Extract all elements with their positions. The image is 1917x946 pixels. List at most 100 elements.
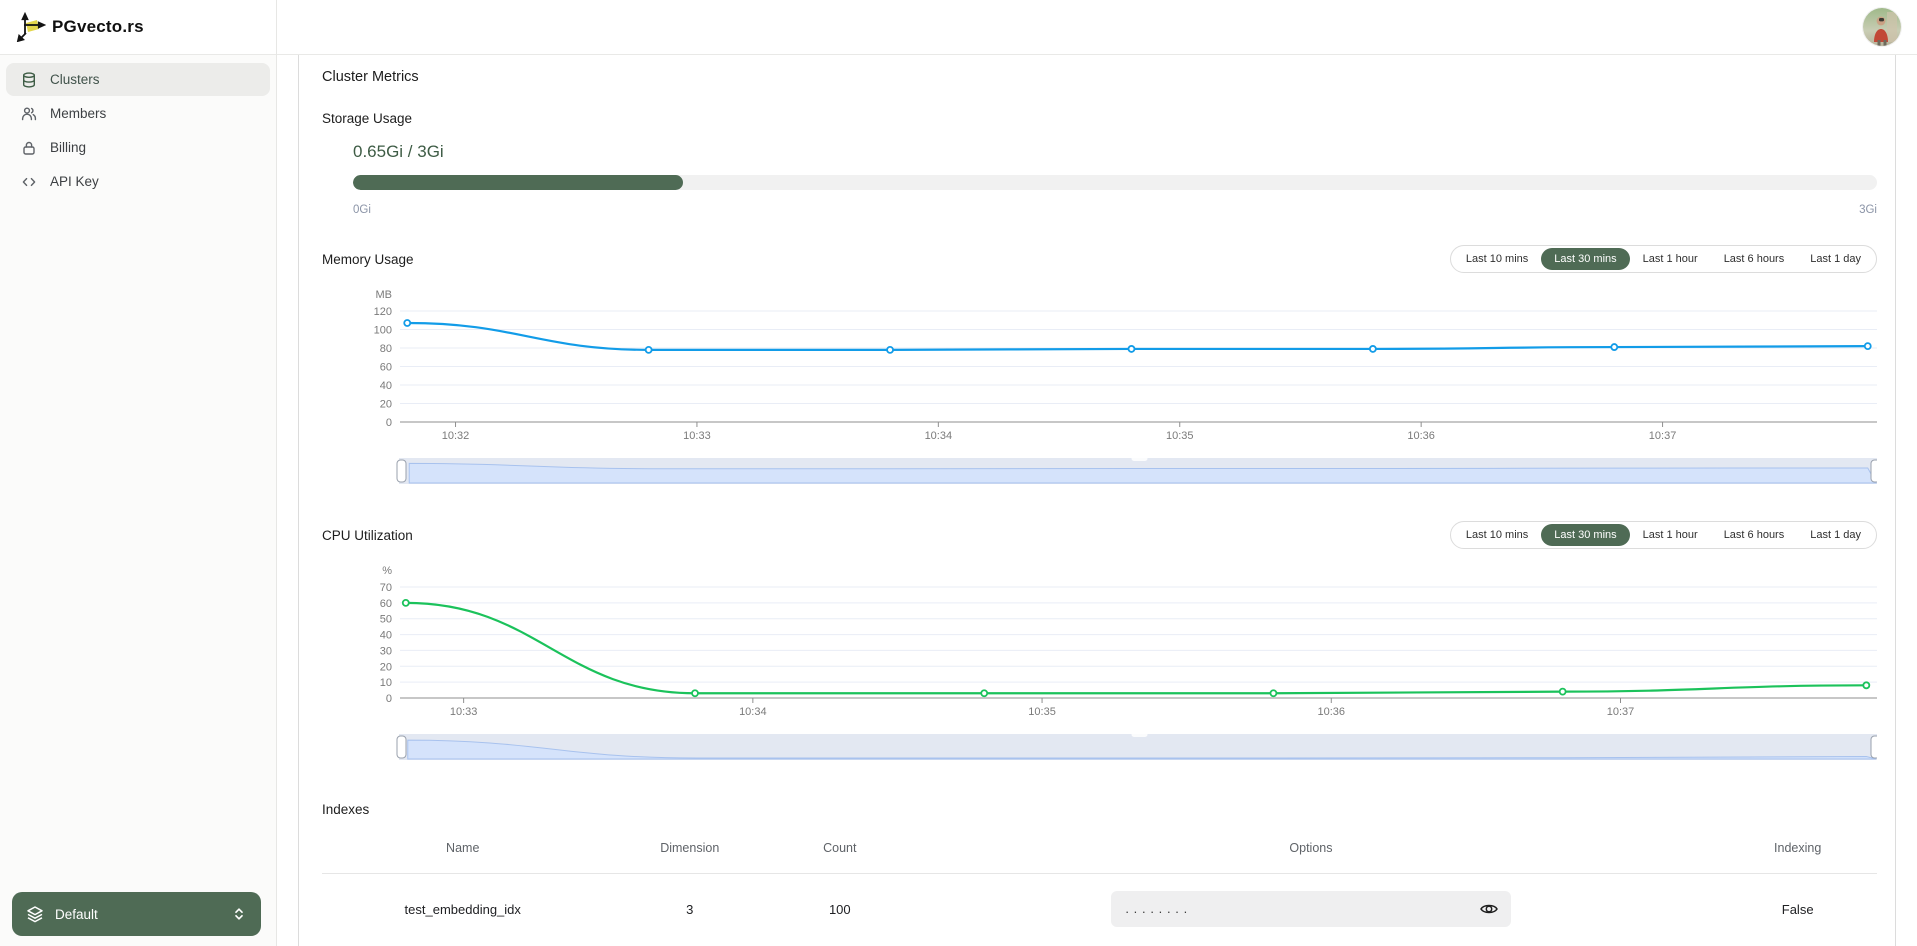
time-range-last-30-mins[interactable]: Last 30 mins — [1541, 524, 1629, 546]
svg-text:80: 80 — [380, 343, 392, 355]
sidebar-item-members[interactable]: Members — [6, 97, 270, 130]
cpu-time-range-selector: Last 10 minsLast 30 minsLast 1 hourLast … — [1450, 521, 1877, 549]
reveal-options-button[interactable] — [1475, 895, 1503, 923]
eye-icon — [1479, 899, 1499, 919]
workspace-switcher[interactable]: Default — [12, 892, 261, 936]
time-range-last-10-mins[interactable]: Last 10 mins — [1453, 248, 1541, 270]
storage-progress-fill — [353, 175, 683, 190]
index-name-cell: test_embedding_idx — [322, 902, 603, 917]
memory-usage-title: Memory Usage — [322, 252, 414, 267]
svg-text:0: 0 — [386, 693, 392, 705]
svg-text:10:32: 10:32 — [442, 430, 470, 442]
svg-text:70: 70 — [380, 582, 392, 594]
top-bar — [277, 0, 1917, 55]
svg-text:10:34: 10:34 — [739, 706, 767, 718]
svg-text:50: 50 — [380, 614, 392, 626]
storage-usage-section: Storage Usage 0.65Gi / 3Gi 0Gi 3Gi — [322, 111, 1877, 216]
indexes-section: Indexes Name Dimension Count Options Ind… — [322, 802, 1877, 944]
options-masked-field[interactable]: ········ — [1111, 891, 1511, 927]
svg-text:60: 60 — [380, 362, 392, 374]
memory-chart-brush[interactable] — [322, 454, 1877, 492]
database-icon — [20, 71, 37, 88]
time-range-last-6-hours[interactable]: Last 6 hours — [1711, 248, 1798, 270]
index-count-cell: 100 — [776, 902, 904, 917]
svg-text:10:37: 10:37 — [1649, 430, 1677, 442]
memory-chart: MB02040608010012010:3210:3310:3410:3510:… — [322, 284, 1877, 450]
svg-text:20: 20 — [380, 661, 392, 673]
time-range-last-1-hour[interactable]: Last 1 hour — [1630, 524, 1711, 546]
cpu-utilization-title: CPU Utilization — [322, 528, 413, 543]
main-area: Cluster Metrics Storage Usage 0.65Gi / 3… — [277, 55, 1917, 946]
indexes-table: Name Dimension Count Options Indexing te… — [322, 833, 1877, 944]
column-header-name: Name — [322, 841, 603, 855]
svg-text:0: 0 — [386, 417, 392, 429]
cpu-chart-brush[interactable] — [322, 730, 1877, 768]
column-header-dimension: Dimension — [603, 841, 776, 855]
storage-progress-bar — [353, 175, 1877, 190]
svg-text:10:36: 10:36 — [1318, 706, 1346, 718]
logo-text: PGvecto.rs — [52, 17, 144, 37]
layers-icon — [26, 905, 44, 923]
page-title: Cluster Metrics — [322, 69, 1877, 85]
svg-text:10:36: 10:36 — [1407, 430, 1435, 442]
svg-text:10:35: 10:35 — [1166, 430, 1194, 442]
sidebar-item-api-key[interactable]: API Key — [6, 165, 270, 198]
workspace-label: Default — [55, 907, 98, 922]
svg-text:40: 40 — [380, 630, 392, 642]
user-avatar[interactable] — [1863, 8, 1901, 46]
svg-text:60: 60 — [380, 598, 392, 610]
index-dimension-cell: 3 — [603, 902, 776, 917]
sidebar-item-billing[interactable]: Billing — [6, 131, 270, 164]
sidebar: PGvecto.rs Clusters — [0, 0, 277, 946]
sidebar-item-label: Members — [50, 106, 106, 121]
svg-text:120: 120 — [374, 306, 392, 318]
svg-text:10:35: 10:35 — [1028, 706, 1056, 718]
svg-text:20: 20 — [380, 399, 392, 411]
svg-text:MB: MB — [376, 289, 393, 301]
storage-axis-min: 0Gi — [353, 204, 371, 216]
chevrons-up-down-icon — [231, 906, 247, 922]
users-icon — [20, 105, 37, 122]
svg-text:10: 10 — [380, 677, 392, 689]
column-header-count: Count — [776, 841, 904, 855]
app-window: PGvecto.rs Clusters — [0, 0, 1917, 946]
svg-text:10:34: 10:34 — [925, 430, 953, 442]
column-header-options: Options — [904, 841, 1719, 855]
time-range-last-30-mins[interactable]: Last 30 mins — [1541, 248, 1629, 270]
masked-value: ········ — [1125, 900, 1192, 919]
svg-text:10:37: 10:37 — [1607, 706, 1635, 718]
sidebar-nav: Clusters Members — [0, 55, 276, 198]
storage-usage-title: Storage Usage — [322, 111, 1877, 126]
time-range-last-1-hour[interactable]: Last 1 hour — [1630, 248, 1711, 270]
index-indexing-cell: False — [1718, 902, 1877, 917]
lock-icon — [20, 139, 37, 156]
sidebar-item-label: API Key — [50, 174, 99, 189]
logo[interactable]: PGvecto.rs — [0, 0, 276, 55]
memory-usage-section: Memory Usage Last 10 minsLast 30 minsLas… — [322, 244, 1877, 492]
memory-time-range-selector: Last 10 minsLast 30 minsLast 1 hourLast … — [1450, 245, 1877, 273]
time-range-last-1-day[interactable]: Last 1 day — [1797, 248, 1874, 270]
sidebar-item-label: Clusters — [50, 72, 100, 87]
index-options-cell: ········ — [904, 891, 1719, 927]
table-row: test_embedding_idx 3 100 ········ — [322, 874, 1877, 944]
time-range-last-10-mins[interactable]: Last 10 mins — [1453, 524, 1541, 546]
svg-text:100: 100 — [374, 325, 392, 337]
svg-text:%: % — [382, 565, 392, 577]
avatar-photo — [1863, 8, 1901, 46]
code-icon — [20, 173, 37, 190]
indexes-title: Indexes — [322, 802, 1877, 817]
time-range-last-6-hours[interactable]: Last 6 hours — [1711, 524, 1798, 546]
time-range-last-1-day[interactable]: Last 1 day — [1797, 524, 1874, 546]
cpu-chart: % 0 10 20 30 40 50 60 70 10:33 10:34 10:35 10:36 10:3… — [322, 560, 1877, 726]
column-header-indexing: Indexing — [1718, 841, 1877, 855]
cpu-utilization-section: CPU Utilization Last 10 minsLast 30 mins… — [322, 520, 1877, 768]
sidebar-item-clusters[interactable]: Clusters — [6, 63, 270, 96]
pgvecto-logo-icon — [16, 12, 46, 42]
svg-text:10:33: 10:33 — [683, 430, 711, 442]
svg-text:10:33: 10:33 — [450, 706, 478, 718]
table-header-row: Name Dimension Count Options Indexing — [322, 833, 1877, 863]
content-panel: Cluster Metrics Storage Usage 0.65Gi / 3… — [298, 55, 1896, 946]
storage-usage-value: 0.65Gi / 3Gi — [353, 142, 1877, 162]
svg-text:30: 30 — [380, 645, 392, 657]
sidebar-item-label: Billing — [50, 140, 86, 155]
